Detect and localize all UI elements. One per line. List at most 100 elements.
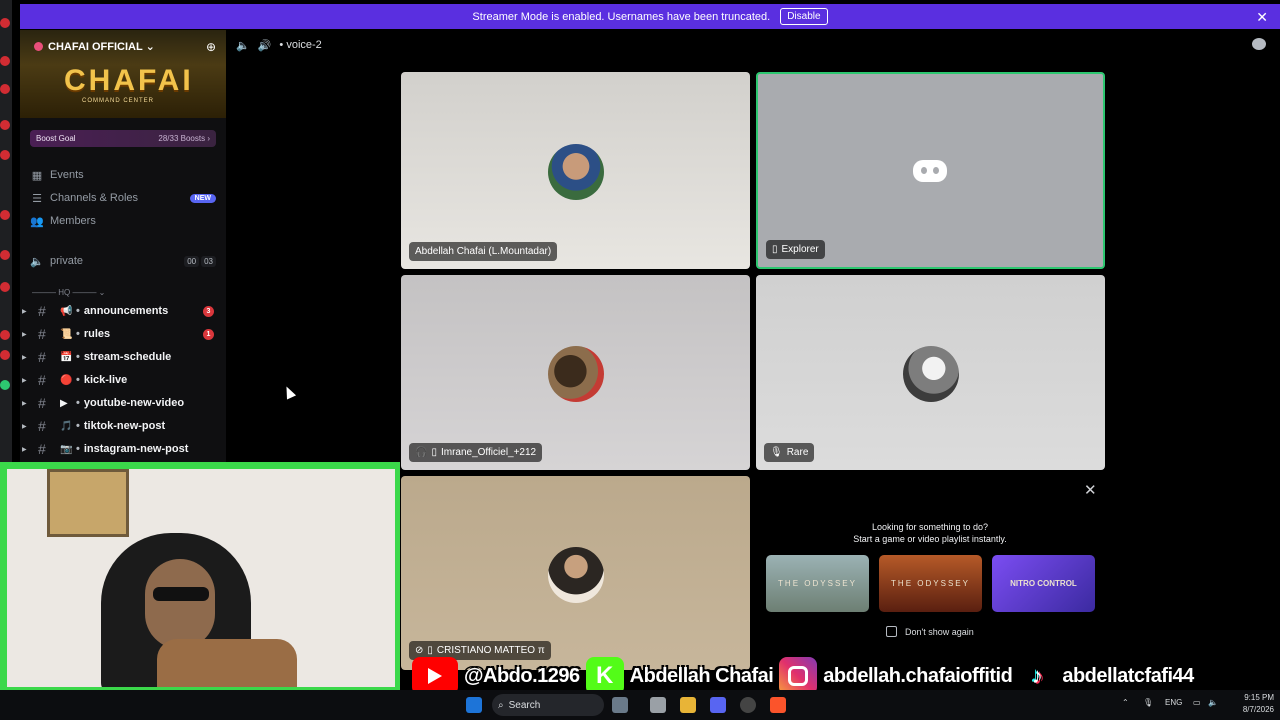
channel-emoji: 📷 [60,443,73,455]
muted-icon: 🎙 [770,447,783,458]
language-indicator[interactable]: ENG [1165,698,1182,707]
boost-progress-text: 28/33 Boosts › [158,134,210,143]
banner-text: Streamer Mode is enabled. Usernames have… [472,10,771,23]
volume-tray-icon[interactable]: 🔈 [1208,698,1218,707]
channel-name: tiktok-new-post [83,420,166,432]
channel-item[interactable]: ▶ # 📜 • rules 1 [20,323,226,345]
text-channel-icon: # [38,349,46,365]
channel-name: kick-live [83,374,128,386]
boost-goal-label: Boost Goal [36,134,76,143]
participant-tile[interactable]: Abdellah Chafai (L.Mountadar) [401,72,750,269]
channels-roles-item[interactable]: ☰ Channels & Roles NEW [30,188,216,208]
widget-icon[interactable] [650,697,666,713]
mobile-icon: ▯ [427,645,433,656]
boost-goal-bar[interactable]: Boost Goal 28/33 Boosts › [30,130,216,147]
mobile-icon: ▯ [431,447,437,458]
speaker-icon: 🔈 [30,255,44,268]
category-hq[interactable]: ——— HQ ——— ⌄ [32,288,212,297]
channel-item[interactable]: ▶ # 🎵 • tiktok-new-post [20,415,226,437]
expand-arrow-icon[interactable]: ▶ [22,377,32,384]
obs-icon[interactable] [740,697,756,713]
channel-emoji: 🔴 [60,374,73,386]
tray-chevron-icon[interactable]: ⌃ [1122,698,1129,707]
expand-arrow-icon[interactable]: ▶ [22,400,32,407]
participant-tile-speaking[interactable]: ▯ Explorer [756,72,1105,269]
windows-start-icon[interactable] [466,697,482,713]
participant-label: ▯ Explorer [766,240,825,259]
channel-item[interactable]: ▶ # 🔴 • kick-live [20,369,226,391]
channel-item[interactable]: ▶ # ▶ • youtube-new-video [20,392,226,414]
file-explorer-icon[interactable] [680,697,696,713]
participant-label: 🎙 Rare [764,443,815,462]
system-clock[interactable]: 9:15 PM 8/7/2026 [1224,692,1274,716]
disable-button[interactable]: Disable [780,8,828,25]
network-icon[interactable]: ▭ [1193,698,1201,707]
channel-sidebar: CHAFAI OFFICIAL ⌄ ⊕ CHAFAI COMMAND CENTE… [20,30,226,462]
mention-badge: 3 [203,305,214,317]
mouse-cursor [281,384,297,400]
text-channel-icon: # [38,418,46,434]
private-voice-channel[interactable]: 🔈 private 00 03 [30,251,216,271]
discord-taskbar-icon[interactable] [710,697,726,713]
text-channel-icon: # [38,395,46,411]
dont-show-again-option[interactable]: Don't show again [886,626,974,637]
task-view-icon[interactable] [612,697,628,713]
mobile-icon: ▯ [772,244,778,255]
microphone-icon: 🎙 [1143,698,1154,707]
deafened-icon: 🎧 [415,447,428,458]
activity-prompt-text: Looking for something to do? Start a gam… [853,522,1007,544]
server-header[interactable]: CHAFAI OFFICIAL ⌄ ⊕ CHAFAI COMMAND CENTE… [20,30,226,118]
person-shirt [157,639,297,687]
calendar-icon: ▦ [31,169,43,182]
close-prompt-icon[interactable]: ✕ [1084,481,1097,499]
participant-label: Abdellah Chafai (L.Mountadar) [409,242,558,261]
close-icon[interactable]: ✕ [1256,9,1268,26]
members-item[interactable]: 👥 Members [30,211,216,231]
channel-name: instagram-new-post [83,443,189,455]
channel-emoji: 📢 [60,305,73,317]
channel-item[interactable]: ▶ # 📅 • stream-schedule [20,346,226,368]
game-card[interactable]: THE ODYSSEY [879,555,982,612]
game-card[interactable]: THE ODYSSEY [766,555,869,612]
list-icon: ☰ [32,192,42,205]
expand-arrow-icon[interactable]: ▶ [22,446,32,453]
invite-icon[interactable]: ⊕ [206,40,216,54]
participant-tile[interactable]: 🎧 ▯ Imrane_Officiel_+212 [401,275,750,470]
participant-tile[interactable]: 🎙 Rare [756,275,1105,470]
instagram-handle: abdellah.chafaioffitid [823,664,1013,687]
separator-dot: • [76,443,80,455]
expand-arrow-icon[interactable]: ▶ [22,354,32,361]
members-icon: 👥 [30,215,44,228]
channel-name: stream-schedule [83,351,172,363]
expand-arrow-icon[interactable]: ▶ [22,423,32,430]
discord-logo-icon [913,160,947,182]
server-name[interactable]: CHAFAI OFFICIAL ⌄ [34,40,155,53]
text-channel-icon: # [38,326,46,342]
chat-icon[interactable] [1252,38,1266,50]
avatar [903,346,959,402]
separator-dot: • [76,305,80,317]
checkbox[interactable] [886,626,897,637]
events-item[interactable]: ▦ Events [30,165,216,185]
avatar [548,547,604,603]
participant-label: 🎧 ▯ Imrane_Officiel_+212 [409,443,543,462]
channel-name: announcements [83,305,169,317]
avatar [548,144,604,200]
webcam-overlay [0,462,400,692]
expand-arrow-icon[interactable]: ▶ [22,331,32,338]
game-card[interactable]: NITRO CONTROL [992,555,1095,612]
text-channel-icon: # [38,372,46,388]
avatar [548,346,604,402]
brave-browser-icon[interactable] [770,697,786,713]
windows-taskbar: ⌕ Search ⌃ 🎙 ENG ▭ 🔈 9:15 PM 8/7/2026 [0,690,1280,720]
channel-emoji: 📜 [60,328,73,340]
expand-arrow-icon[interactable]: ▶ [22,308,32,315]
wall-painting [47,469,129,537]
separator-dot: • [76,420,80,432]
person-face [145,559,215,649]
participant-tile[interactable]: ⊘ ▯ CRISTIANO MATTEO π [401,476,750,670]
taskbar-search[interactable]: ⌕ Search [492,694,604,716]
channel-item[interactable]: ▶ # 📢 • announcements 3 [20,300,226,322]
channel-item[interactable]: ▶ # 📷 • instagram-new-post [20,438,226,460]
volume-icon[interactable]: 🔈 [236,39,250,52]
